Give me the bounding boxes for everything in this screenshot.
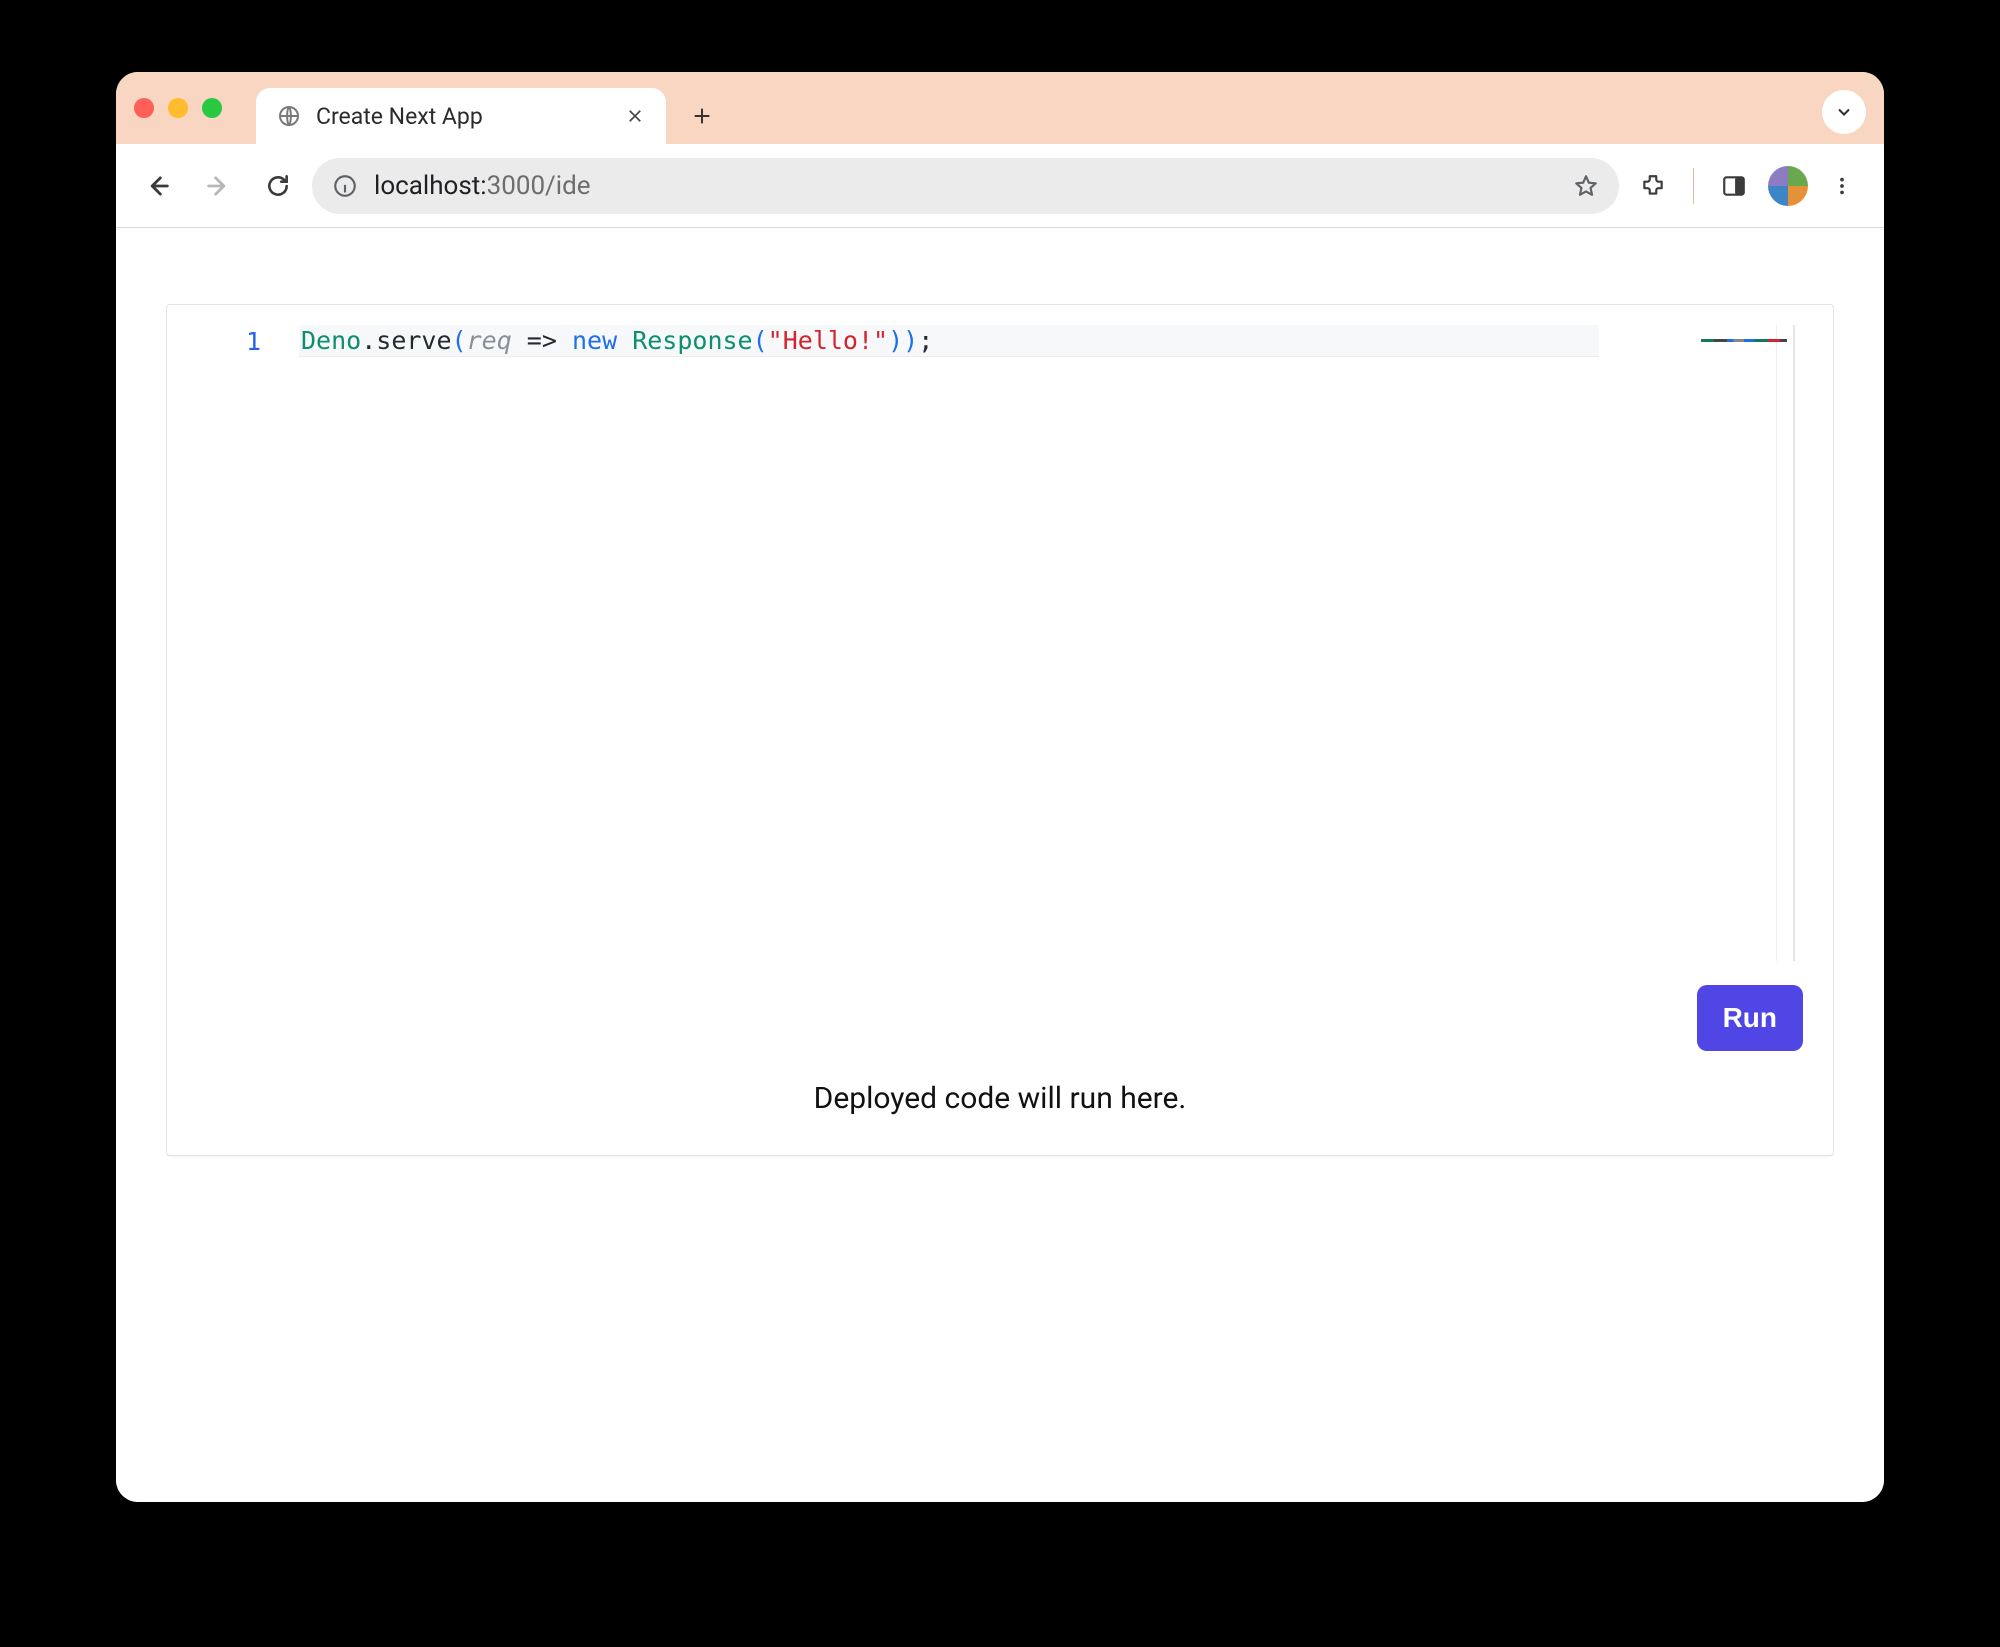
tok-new: new [572,326,617,355]
forward-button[interactable] [192,160,244,212]
url-path: 3000/ide [487,171,591,201]
toolbar-separator [1693,168,1694,204]
ide-panel: 1 Deno.serve(req => new Response("Hello!… [166,304,1834,1156]
side-panel-button[interactable] [1708,160,1760,212]
tok-lparen2: ( [753,326,768,355]
close-tab-button[interactable] [622,103,648,129]
new-tab-button[interactable] [680,94,724,138]
window-minimize-button[interactable] [168,98,188,118]
window-close-button[interactable] [134,98,154,118]
reload-button[interactable] [252,160,304,212]
tok-string: "Hello!" [768,326,888,355]
globe-icon [276,103,302,129]
url-host: localhost: [374,171,487,201]
run-button-label: Run [1723,1002,1777,1034]
code-editor[interactable]: 1 Deno.serve(req => new Response("Hello!… [167,321,1833,961]
browser-window: Create Next App [116,72,1884,1502]
back-button[interactable] [132,160,184,212]
tok-semicolon: ; [918,326,933,355]
url-text: localhost:3000/ide [374,171,591,201]
browser-menu-button[interactable] [1816,160,1868,212]
line-number: 1 [167,327,261,356]
tok-lparen1: ( [452,326,467,355]
bookmark-button[interactable] [1571,171,1601,201]
editor-minimap[interactable] [1701,339,1787,342]
code-line[interactable]: Deno.serve(req => new Response("Hello!")… [299,321,1599,361]
editor-scrollbar[interactable] [1793,325,1795,961]
browser-toolbar: localhost:3000/ide [116,144,1884,228]
site-info-icon[interactable] [330,171,360,201]
editor-overview-ruler [1776,325,1777,961]
profile-avatar[interactable] [1768,166,1808,206]
tok-deno: Deno [301,326,361,355]
window-controls [134,98,222,118]
run-button[interactable]: Run [1697,985,1803,1051]
tok-req: req [467,326,512,355]
tok-serve: .serve [361,326,451,355]
tok-arrow: => [512,326,572,355]
tok-rparen2: ) [888,326,903,355]
tab-strip: Create Next App [116,72,1884,144]
output-placeholder: Deployed code will run here. [167,1081,1833,1116]
address-bar[interactable]: localhost:3000/ide [312,158,1619,214]
editor-gutter: 1 [167,321,287,961]
tab-title: Create Next App [316,103,608,130]
tabs-dropdown-button[interactable] [1822,90,1866,134]
page-content: 1 Deno.serve(req => new Response("Hello!… [116,228,1884,1502]
extensions-button[interactable] [1627,160,1679,212]
window-maximize-button[interactable] [202,98,222,118]
tok-space [617,326,632,355]
browser-tab[interactable]: Create Next App [256,88,666,144]
tok-response: Response [632,326,752,355]
tok-rparen1: ) [903,326,918,355]
